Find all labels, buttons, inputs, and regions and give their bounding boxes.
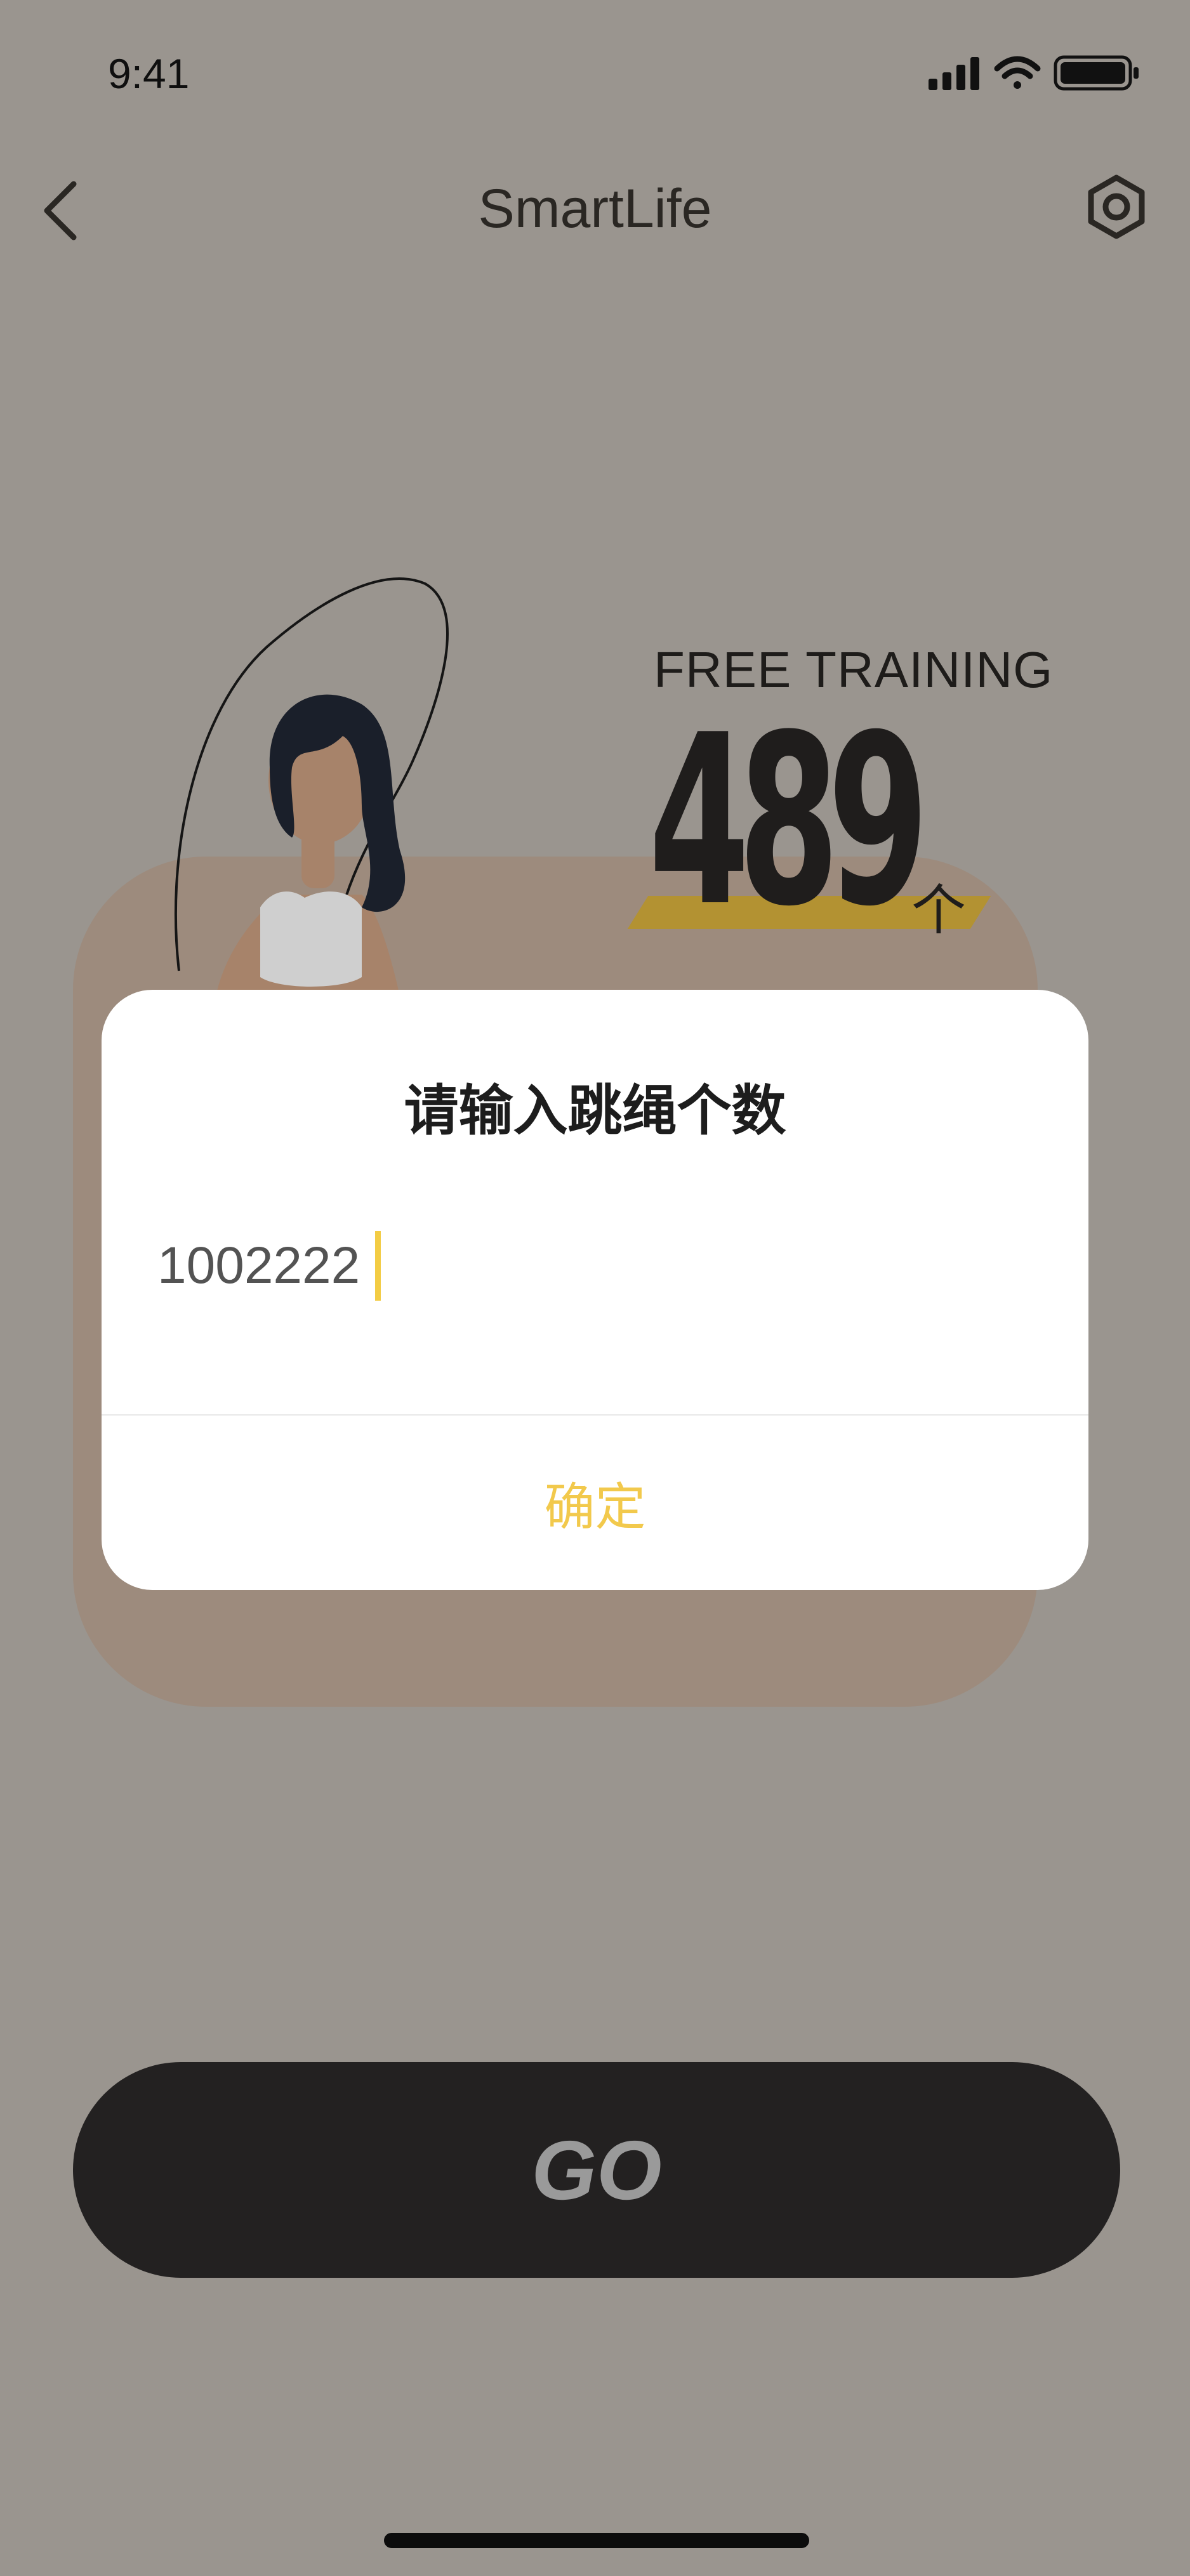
- status-icons: [929, 55, 1139, 91]
- jump-rope-figure-illustration: [174, 577, 449, 996]
- go-button-label: GO: [531, 2123, 662, 2217]
- settings-button[interactable]: [1081, 171, 1152, 242]
- dialog-title: 请输入跳绳个数: [404, 1079, 786, 1143]
- jump-count: 489: [649, 685, 929, 958]
- status-time: 9:41: [108, 50, 190, 97]
- page-title: SmartLife: [478, 178, 712, 239]
- cellular-signal-icon: [929, 57, 979, 90]
- input-value: 1002222: [157, 1237, 360, 1294]
- go-button[interactable]: GO: [73, 2062, 1120, 2278]
- wifi-icon: [994, 56, 1041, 89]
- text-caret: [375, 1231, 381, 1301]
- hexagon-settings-icon: [1088, 174, 1145, 239]
- jump-count-input[interactable]: 1002222: [157, 1231, 381, 1301]
- battery-icon: [1054, 55, 1139, 91]
- home-indicator[interactable]: [384, 2533, 809, 2548]
- count-unit: 个: [911, 880, 966, 941]
- jump-count-dialog: 请输入跳绳个数 1002222 确定: [102, 990, 1088, 1590]
- confirm-button[interactable]: 确定: [102, 1416, 1088, 1590]
